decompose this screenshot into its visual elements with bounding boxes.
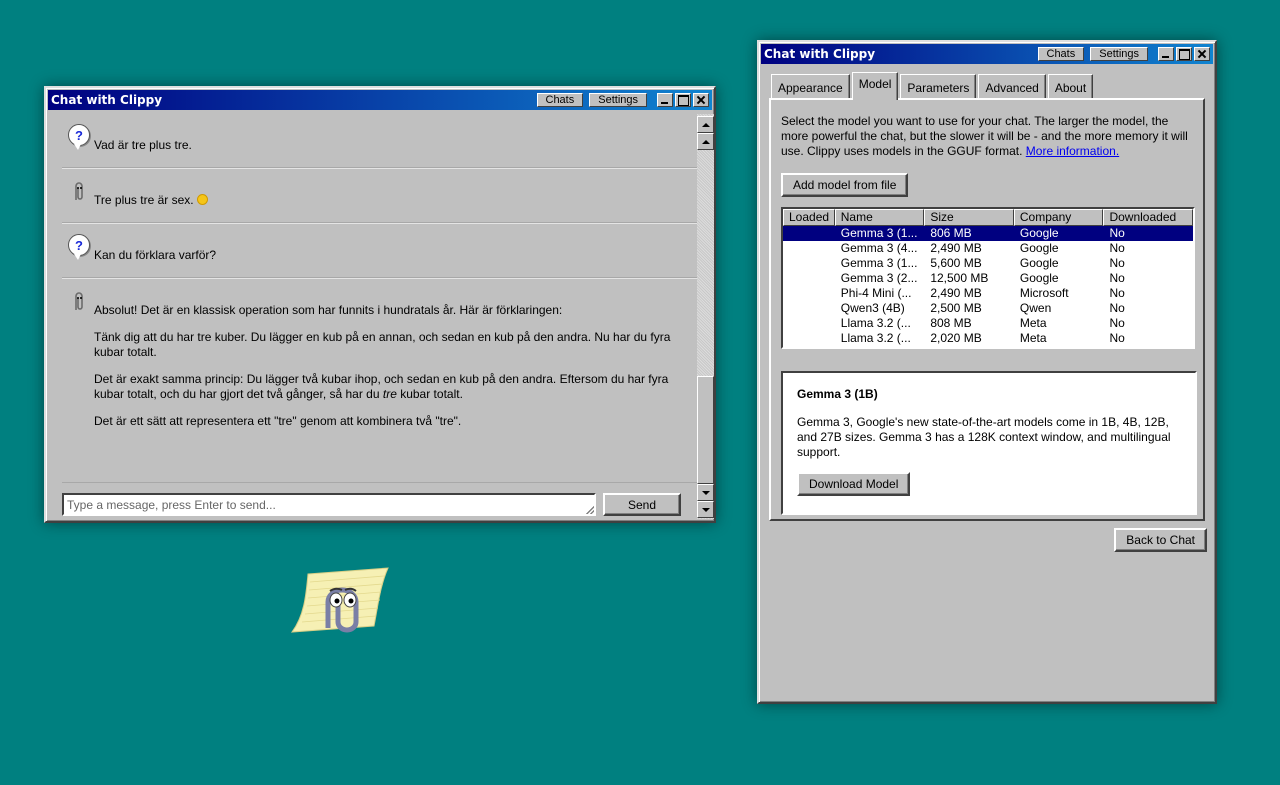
message-paragraph: Absolut! Det är en klassisk operation so… [94,303,563,317]
tab-model[interactable]: Model [851,72,899,100]
close-icon[interactable] [1194,47,1210,61]
scroll-up-button[interactable] [697,116,714,133]
chats-button[interactable]: Chats [1037,47,1085,61]
message-text: Kan du förklara varför? [94,248,217,262]
arrow-down-icon [701,490,710,495]
model-table[interactable]: Loaded Name Size Company Downloaded Gemm… [781,207,1195,349]
question-bubble-icon: ? [68,234,90,260]
settings-button[interactable]: Settings [1090,47,1148,61]
column-header-size[interactable]: Size [924,209,1014,226]
settings-button[interactable]: Settings [589,93,647,107]
paperclip-icon [75,292,83,310]
tab-appearance[interactable]: Appearance [771,74,850,98]
model-details-title: Gemma 3 (1B) [797,387,878,401]
chat-window: Chat with Clippy Chats Settings ? Vad är… [44,86,716,523]
table-header: Loaded Name Size Company Downloaded [783,209,1193,226]
message-text: Vad är tre plus tre. [94,138,192,152]
resize-grip-icon[interactable] [586,506,594,514]
message-assistant: Absolut! Det är en klassisk operation so… [62,279,698,443]
arrow-down-icon [701,507,710,512]
tab-advanced[interactable]: Advanced [978,74,1046,98]
message-input[interactable] [62,493,596,516]
table-row[interactable]: Qwen3 (4B) 2,500 MB Qwen No [783,301,1193,316]
column-header-loaded[interactable]: Loaded [783,209,835,226]
tab-about[interactable]: About [1047,74,1094,98]
scroll-up-button-2[interactable] [697,133,714,150]
table-row[interactable]: Gemma 3 (4... 2,490 MB Google No [783,241,1193,256]
send-button[interactable]: Send [603,493,681,516]
message-text: Tre plus tre är sex. [94,193,194,207]
arrow-up-icon [701,139,710,144]
table-row[interactable]: Llama 3.2 (... 808 MB Meta No [783,316,1193,331]
minimize-icon[interactable] [657,93,673,107]
tab-parameters[interactable]: Parameters [900,74,977,98]
message-paragraph: Det är exakt samma princip: Du lägger tv… [94,372,669,401]
maximize-icon[interactable] [675,93,691,107]
smiley-emoji-icon [196,194,208,205]
message-list: ? Vad är tre plus tre. Tre plus tre är s… [62,114,698,474]
table-row[interactable]: Phi-4 Mini (... 2,490 MB Microsoft No [783,286,1193,301]
model-tab-panel: Select the model you want to use for you… [769,98,1205,521]
message-user: ? Vad är tre plus tre. [62,114,698,168]
column-header-company[interactable]: Company [1013,209,1104,226]
message-user: ? Kan du förklara varför? [62,224,698,278]
message-assistant: Tre plus tre är sex. [62,169,698,223]
close-icon[interactable] [693,93,709,107]
table-row[interactable]: Gemma 3 (2... 12,500 MB Google No [783,271,1193,286]
window-title: Chat with Clippy [51,93,163,107]
model-details: Gemma 3 (1B) Gemma 3, Google's new state… [781,371,1197,515]
more-information-link[interactable]: More information. [1026,144,1119,158]
chat-titlebar[interactable]: Chat with Clippy Chats Settings [48,90,712,110]
message-paragraph: Det är ett sätt att representera ett "tr… [94,414,462,428]
paperclip-icon [75,182,83,200]
table-row[interactable]: Gemma 3 (1... 5,600 MB Google No [783,256,1193,271]
message-paragraph: Tänk dig att du har tre kuber. Du lägger… [94,330,671,359]
composer: Send [62,482,698,516]
column-header-downloaded[interactable]: Downloaded [1103,209,1193,226]
model-details-description: Gemma 3, Google's new state-of-the-art m… [797,415,1171,459]
model-description: Select the model you want to use for you… [781,114,1188,158]
scroll-thumb[interactable] [697,376,714,484]
settings-titlebar[interactable]: Chat with Clippy Chats Settings [761,44,1213,64]
minimize-icon[interactable] [1158,47,1174,61]
back-to-chat-button[interactable]: Back to Chat [1114,528,1207,552]
chats-button[interactable]: Chats [536,93,584,107]
add-model-from-file-button[interactable]: Add model from file [781,173,909,197]
settings-window: Chat with Clippy Chats Settings Appearan… [757,40,1217,704]
table-row[interactable]: Gemma 3 (1... 806 MB Google No [783,226,1193,241]
settings-tabs: Appearance Model Parameters Advanced Abo… [771,72,1095,100]
scroll-down-button[interactable] [697,484,714,501]
scroll-down-button-2[interactable] [697,501,714,518]
maximize-icon[interactable] [1176,47,1192,61]
table-row[interactable]: Llama 3.2 (... 2,020 MB Meta No [783,331,1193,346]
window-title: Chat with Clippy [764,47,876,61]
vertical-scrollbar[interactable] [697,114,714,519]
column-header-name[interactable]: Name [834,209,925,226]
clippy-assistant-icon[interactable] [290,566,390,636]
question-bubble-icon: ? [68,124,90,150]
download-model-button[interactable]: Download Model [797,472,911,496]
arrow-up-icon [701,122,710,127]
